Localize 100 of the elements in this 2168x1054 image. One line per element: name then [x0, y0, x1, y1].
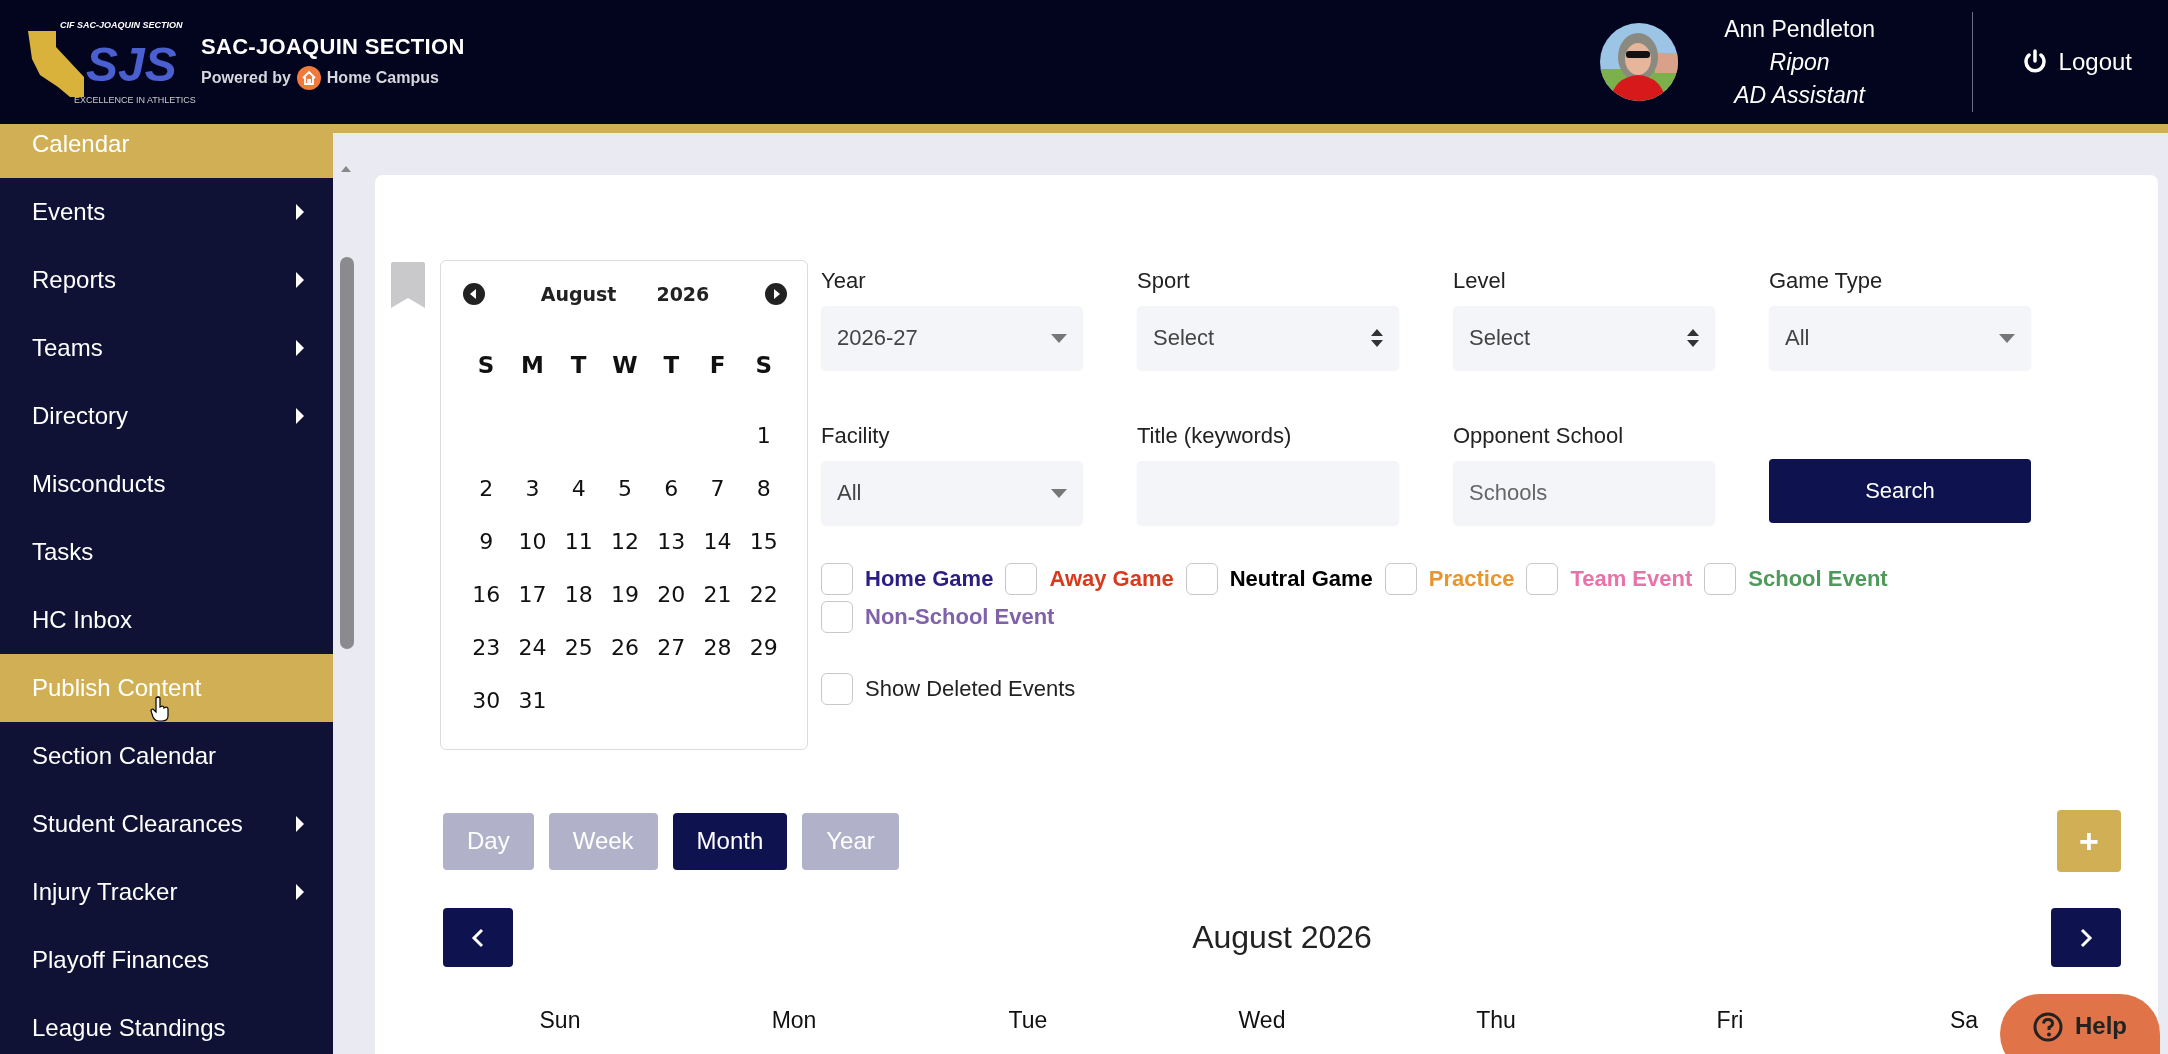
view-tab[interactable]: Month — [672, 812, 788, 870]
date-cell[interactable]: 17 — [509, 568, 556, 621]
power-icon — [2022, 49, 2047, 75]
checkbox[interactable] — [821, 673, 853, 705]
user-school: Ripon — [1769, 47, 1830, 77]
dropdown[interactable]: All — [821, 461, 1083, 525]
logo-text: EXCELLENCE IN ATHLETICS — [74, 95, 196, 105]
date-cell[interactable]: 10 — [509, 515, 556, 568]
date-cell[interactable]: 15 — [740, 515, 787, 568]
checkbox[interactable] — [1526, 563, 1559, 595]
bookmark-icon[interactable] — [391, 262, 425, 308]
logout-button[interactable]: Logout — [2022, 48, 2132, 76]
weekday-header: Sun — [539, 1007, 581, 1033]
checkbox[interactable] — [1704, 563, 1737, 595]
sidebar-item[interactable]: Teams — [0, 314, 333, 382]
weekday-header: Wed — [1238, 1007, 1286, 1033]
sidebar-item[interactable]: HC Inbox — [0, 586, 333, 654]
dropdown[interactable]: All — [1769, 306, 2031, 370]
weekday-header: Fri — [1716, 1007, 1744, 1033]
date-cell[interactable]: 11 — [555, 515, 602, 568]
sidebar-item[interactable]: League Standings — [0, 994, 333, 1054]
date-cell[interactable]: 26 — [601, 621, 649, 674]
sidebar-item[interactable]: Directory — [0, 382, 333, 450]
date-cell[interactable]: 23 — [463, 621, 510, 674]
weekday-label: S — [754, 351, 774, 380]
checkbox[interactable] — [1384, 563, 1417, 595]
date-cell[interactable]: 13 — [648, 515, 695, 568]
sidebar-item[interactable]: Misconducts — [0, 450, 333, 518]
scroll-up-icon[interactable] — [341, 166, 351, 172]
weekday-header: Mon — [771, 1007, 817, 1033]
date-cell[interactable]: 29 — [740, 621, 787, 674]
caret-down-icon — [1051, 333, 1067, 343]
caret-down-icon — [1051, 488, 1067, 498]
previous-month-icon[interactable] — [463, 283, 485, 305]
user-name: Ann Pendleton — [1724, 14, 1876, 44]
weekday-header: Tue — [1008, 1007, 1048, 1033]
weekday-header: Thu — [1476, 1007, 1516, 1033]
next-month-icon[interactable] — [765, 283, 787, 305]
sidebar-item[interactable]: Section Calendar — [0, 722, 333, 790]
date-cell[interactable]: 8 — [740, 462, 787, 515]
date-cell[interactable]: 24 — [509, 621, 556, 674]
date-cell[interactable]: 2 — [463, 462, 510, 515]
date-cell[interactable]: 21 — [694, 568, 741, 621]
month-label: August — [540, 283, 617, 305]
date-cell[interactable]: 19 — [601, 568, 649, 621]
select-field[interactable]: Select — [1453, 306, 1715, 370]
dropdown[interactable]: 2026-27 — [821, 306, 1083, 370]
event-type-label[interactable]: Neutral Game — [1229, 566, 1373, 592]
weekday-label: M — [519, 351, 545, 380]
date-cell[interactable]: 7 — [694, 462, 741, 515]
date-cell[interactable]: 3 — [509, 462, 556, 515]
date-cell[interactable]: 12 — [601, 515, 649, 568]
help-button[interactable]: Help — [2000, 994, 2160, 1054]
date-cell[interactable]: 30 — [463, 674, 510, 727]
checkbox[interactable] — [821, 601, 853, 633]
date-cell[interactable]: 14 — [694, 515, 741, 568]
event-type-label[interactable]: Home Game — [865, 566, 994, 592]
scrollbar-thumb[interactable] — [340, 257, 354, 649]
checkbox[interactable] — [1185, 563, 1218, 595]
date-cell[interactable]: 28 — [694, 621, 741, 674]
search-button[interactable]: Search — [1769, 459, 2031, 523]
input-field[interactable]: Schools — [1453, 461, 1715, 525]
date-cell[interactable]: 20 — [648, 568, 695, 621]
sidebar-item[interactable]: Reports — [0, 246, 333, 314]
date-cell[interactable]: 27 — [648, 621, 695, 674]
chevron-left-icon — [471, 927, 485, 948]
date-cell[interactable]: 9 — [463, 515, 510, 568]
event-type-label[interactable]: Non-School Event — [865, 604, 1055, 630]
logo-text: CIF SAC-JOAQUIN SECTION — [60, 20, 183, 30]
date-cell[interactable]: 1 — [740, 409, 787, 462]
powered-by-text: Powered by — [201, 69, 291, 87]
date-cell[interactable]: 18 — [555, 568, 602, 621]
date-cell[interactable]: 25 — [555, 621, 602, 674]
field-label: Year — [821, 268, 867, 294]
sidebar-item[interactable]: Student Clearances — [0, 790, 333, 858]
date-cell[interactable]: 5 — [601, 462, 649, 515]
logo-text: SJS — [86, 38, 177, 91]
caret-down-icon — [1999, 333, 2015, 343]
checkbox[interactable] — [821, 563, 853, 595]
weekday-label: S — [476, 351, 496, 380]
weekday-label: F — [708, 351, 727, 380]
next-button[interactable] — [2051, 908, 2121, 967]
previous-button[interactable] — [443, 908, 513, 967]
field-label: Sport — [1137, 268, 1191, 294]
select-field[interactable]: Select — [1137, 306, 1399, 370]
sidebar-item[interactable]: Events — [0, 178, 333, 246]
checkbox-label[interactable]: Show Deleted Events — [865, 676, 1076, 702]
weekday-label: W — [611, 351, 639, 380]
weekday-header: Sa — [1949, 1007, 1979, 1033]
sidebar-item[interactable]: Tasks — [0, 518, 333, 586]
weekday-label: T — [662, 351, 681, 380]
date-cell[interactable]: 22 — [740, 568, 787, 621]
sidebar-item[interactable]: Playoff Finances — [0, 926, 333, 994]
date-cell[interactable]: 16 — [463, 568, 510, 621]
date-cell[interactable]: 6 — [648, 462, 695, 515]
date-cell[interactable]: 4 — [555, 462, 602, 515]
sidebar-item[interactable]: Injury Tracker — [0, 858, 333, 926]
date-cell[interactable]: 31 — [509, 674, 556, 727]
checkbox[interactable] — [1005, 563, 1038, 595]
event-type-label[interactable]: Away Game — [1049, 566, 1174, 592]
